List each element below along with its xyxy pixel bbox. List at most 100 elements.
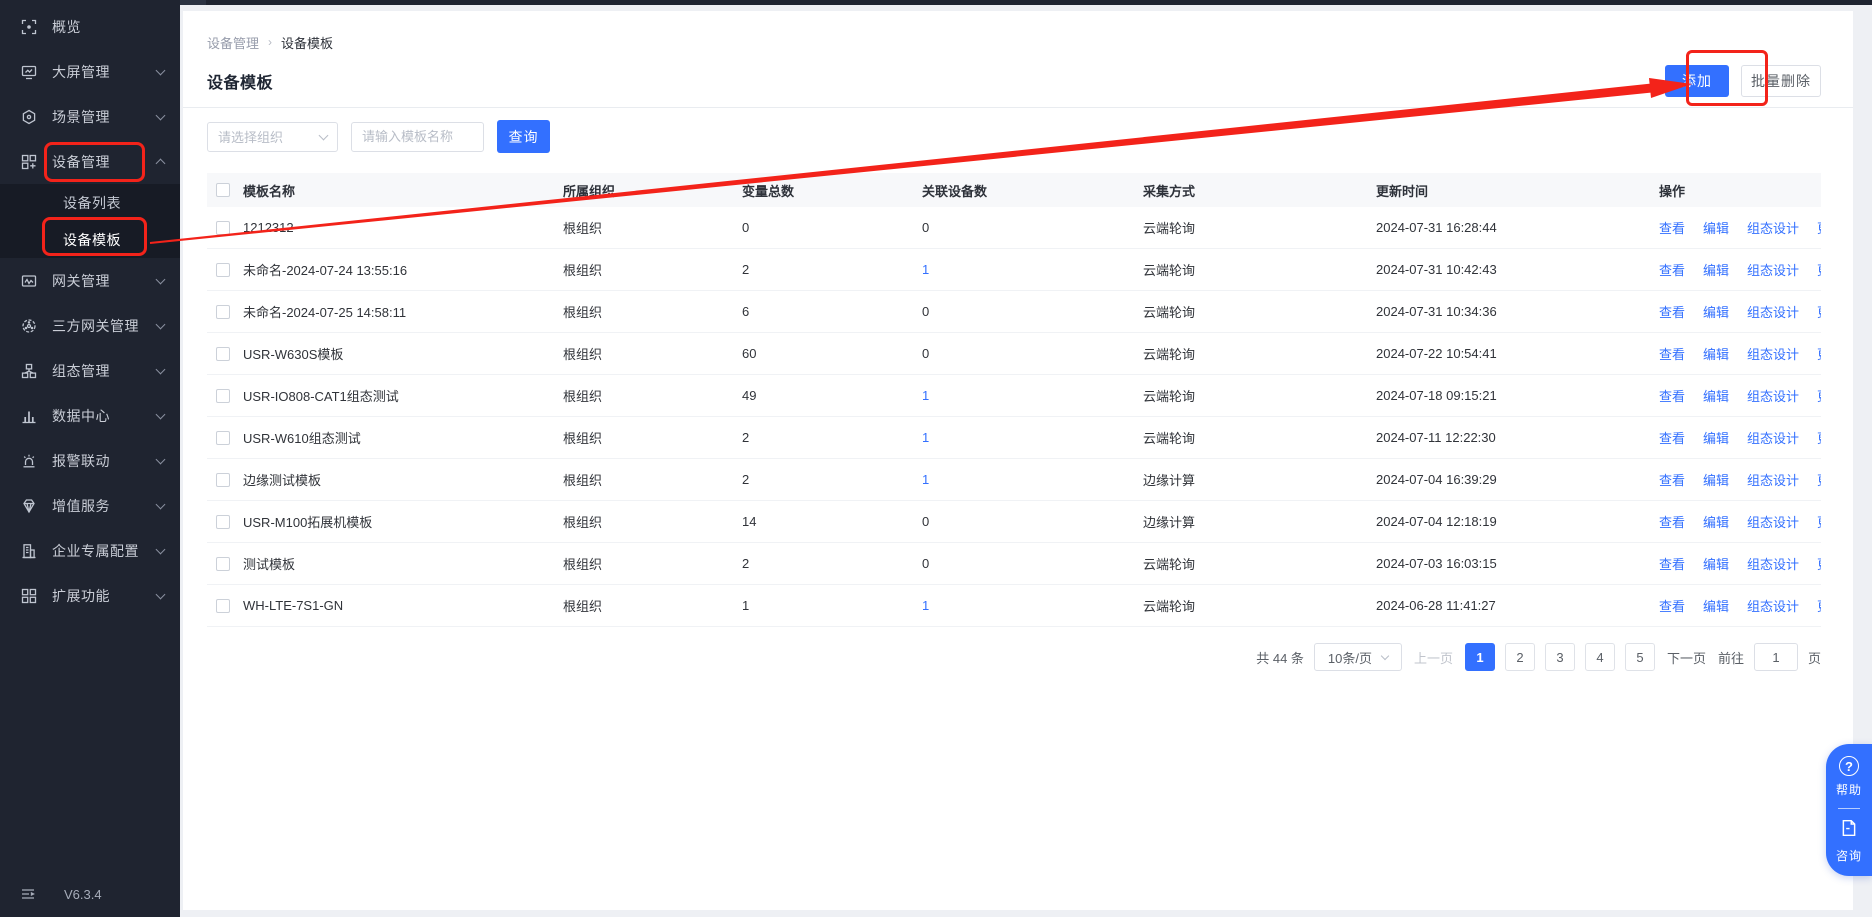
edit-link[interactable]: 编辑 <box>1703 386 1729 405</box>
page-size-select[interactable]: 10条/页 <box>1314 643 1402 671</box>
row-checkbox[interactable] <box>216 389 230 403</box>
associated-devices-count[interactable]: 1 <box>922 430 929 445</box>
configuration-design-link[interactable]: 组态设计 <box>1747 554 1799 573</box>
edit-link[interactable]: 编辑 <box>1703 302 1729 321</box>
view-link[interactable]: 查看 <box>1659 470 1685 489</box>
more-link[interactable]: 更多 <box>1817 344 1821 363</box>
row-checkbox[interactable] <box>216 473 230 487</box>
configuration-design-link[interactable]: 组态设计 <box>1747 470 1799 489</box>
row-checkbox[interactable] <box>216 263 230 277</box>
more-link[interactable]: 更多 <box>1817 386 1821 405</box>
page-number-button[interactable]: 2 <box>1505 643 1535 671</box>
more-link[interactable]: 更多 <box>1817 428 1821 447</box>
configuration-design-link[interactable]: 组态设计 <box>1747 302 1799 321</box>
edit-link[interactable]: 编辑 <box>1703 218 1729 237</box>
sidebar-item-device-list[interactable]: 设备列表 <box>0 184 180 221</box>
sidebar-item-overview[interactable]: 概览 <box>0 4 180 49</box>
page-number-button[interactable]: 1 <box>1465 643 1495 671</box>
view-link[interactable]: 查看 <box>1659 428 1685 447</box>
previous-page-button[interactable]: 上一页 <box>1414 648 1453 667</box>
configuration-design-link[interactable]: 组态设计 <box>1747 428 1799 447</box>
organization-select[interactable]: 请选择组织 <box>207 122 338 152</box>
collapse-sidebar-icon[interactable] <box>20 886 36 902</box>
edit-link[interactable]: 编辑 <box>1703 344 1729 363</box>
top-strip-blip <box>180 0 206 5</box>
sidebar-item-value-service[interactable]: 增值服务 <box>0 483 180 528</box>
next-page-button[interactable]: 下一页 <box>1667 648 1706 667</box>
edit-link[interactable]: 编辑 <box>1703 260 1729 279</box>
template-name-input[interactable] <box>351 122 484 152</box>
help-button[interactable]: ? 帮助 <box>1836 756 1862 798</box>
view-link[interactable]: 查看 <box>1659 260 1685 279</box>
row-checkbox-cell <box>207 389 243 403</box>
row-checkbox[interactable] <box>216 557 230 571</box>
configuration-design-link[interactable]: 组态设计 <box>1747 596 1799 615</box>
more-link[interactable]: 更多 <box>1817 218 1821 237</box>
view-link[interactable]: 查看 <box>1659 218 1685 237</box>
batch-delete-button[interactable]: 批量删除 <box>1741 65 1821 97</box>
associated-devices-count[interactable]: 1 <box>922 598 929 613</box>
data-center-icon <box>20 407 38 425</box>
select-all-checkbox[interactable] <box>216 183 230 197</box>
view-link[interactable]: 查看 <box>1659 386 1685 405</box>
sidebar-item-configuration[interactable]: 组态管理 <box>0 348 180 393</box>
operations-cell: 查看 编辑 组态设计 更多 <box>1659 470 1821 489</box>
associated-devices-count[interactable]: 1 <box>922 472 929 487</box>
view-link[interactable]: 查看 <box>1659 554 1685 573</box>
sidebar-item-big-screen[interactable]: 大屏管理 <box>0 49 180 94</box>
configuration-design-link[interactable]: 组态设计 <box>1747 344 1799 363</box>
row-checkbox[interactable] <box>216 305 230 319</box>
more-link[interactable]: 更多 <box>1817 260 1821 279</box>
sidebar-item-device-template[interactable]: 设备模板 <box>0 221 180 258</box>
row-checkbox[interactable] <box>216 515 230 529</box>
associated-devices-count[interactable]: 1 <box>922 388 929 403</box>
sidebar-item-label: 组态管理 <box>52 361 157 381</box>
sidebar-item-gateway[interactable]: 网关管理 <box>0 258 180 303</box>
operations-cell: 查看 编辑 组态设计 更多 <box>1659 260 1821 279</box>
view-link[interactable]: 查看 <box>1659 596 1685 615</box>
page-number-button[interactable]: 4 <box>1585 643 1615 671</box>
row-checkbox[interactable] <box>216 431 230 445</box>
view-link[interactable]: 查看 <box>1659 512 1685 531</box>
enterprise-icon <box>20 542 38 560</box>
edit-link[interactable]: 编辑 <box>1703 554 1729 573</box>
edit-link[interactable]: 编辑 <box>1703 428 1729 447</box>
breadcrumb-parent[interactable]: 设备管理 <box>207 33 259 52</box>
edit-link[interactable]: 编辑 <box>1703 470 1729 489</box>
more-link[interactable]: 更多 <box>1817 512 1821 531</box>
more-link[interactable]: 更多 <box>1817 470 1821 489</box>
more-link[interactable]: 更多 <box>1817 596 1821 615</box>
add-button[interactable]: 添加 <box>1665 65 1729 97</box>
sidebar-item-third-gateway[interactable]: 三方网关管理 <box>0 303 180 348</box>
consult-button[interactable]: 咨询 <box>1836 819 1862 864</box>
big-screen-icon <box>20 63 38 81</box>
page-number-button[interactable]: 3 <box>1545 643 1575 671</box>
sidebar-item-scene[interactable]: 场景管理 <box>0 94 180 139</box>
row-checkbox[interactable] <box>216 221 230 235</box>
sidebar-item-alarm[interactable]: 报警联动 <box>0 438 180 483</box>
view-link[interactable]: 查看 <box>1659 302 1685 321</box>
row-checkbox-cell <box>207 431 243 445</box>
search-button[interactable]: 查询 <box>497 120 550 153</box>
row-checkbox[interactable] <box>216 599 230 613</box>
configuration-design-link[interactable]: 组态设计 <box>1747 512 1799 531</box>
sidebar-item-data-center[interactable]: 数据中心 <box>0 393 180 438</box>
associated-devices-cell: 0 <box>922 304 1143 319</box>
edit-link[interactable]: 编辑 <box>1703 512 1729 531</box>
sidebar-item-enterprise-config[interactable]: 企业专属配置 <box>0 528 180 573</box>
more-link[interactable]: 更多 <box>1817 302 1821 321</box>
goto-page-input[interactable] <box>1754 643 1798 671</box>
configuration-design-link[interactable]: 组态设计 <box>1747 218 1799 237</box>
edit-link[interactable]: 编辑 <box>1703 596 1729 615</box>
configuration-design-link[interactable]: 组态设计 <box>1747 260 1799 279</box>
sidebar-item-device[interactable]: 设备管理 <box>0 139 180 184</box>
associated-devices-count[interactable]: 1 <box>922 262 929 277</box>
sidebar-item-extension[interactable]: 扩展功能 <box>0 573 180 618</box>
view-link[interactable]: 查看 <box>1659 344 1685 363</box>
associated-devices-count: 0 <box>922 304 929 319</box>
app-root: 概览 大屏管理 场景管理 设备管理 <box>0 0 1872 917</box>
more-link[interactable]: 更多 <box>1817 554 1821 573</box>
configuration-design-link[interactable]: 组态设计 <box>1747 386 1799 405</box>
row-checkbox[interactable] <box>216 347 230 361</box>
page-number-button[interactable]: 5 <box>1625 643 1655 671</box>
